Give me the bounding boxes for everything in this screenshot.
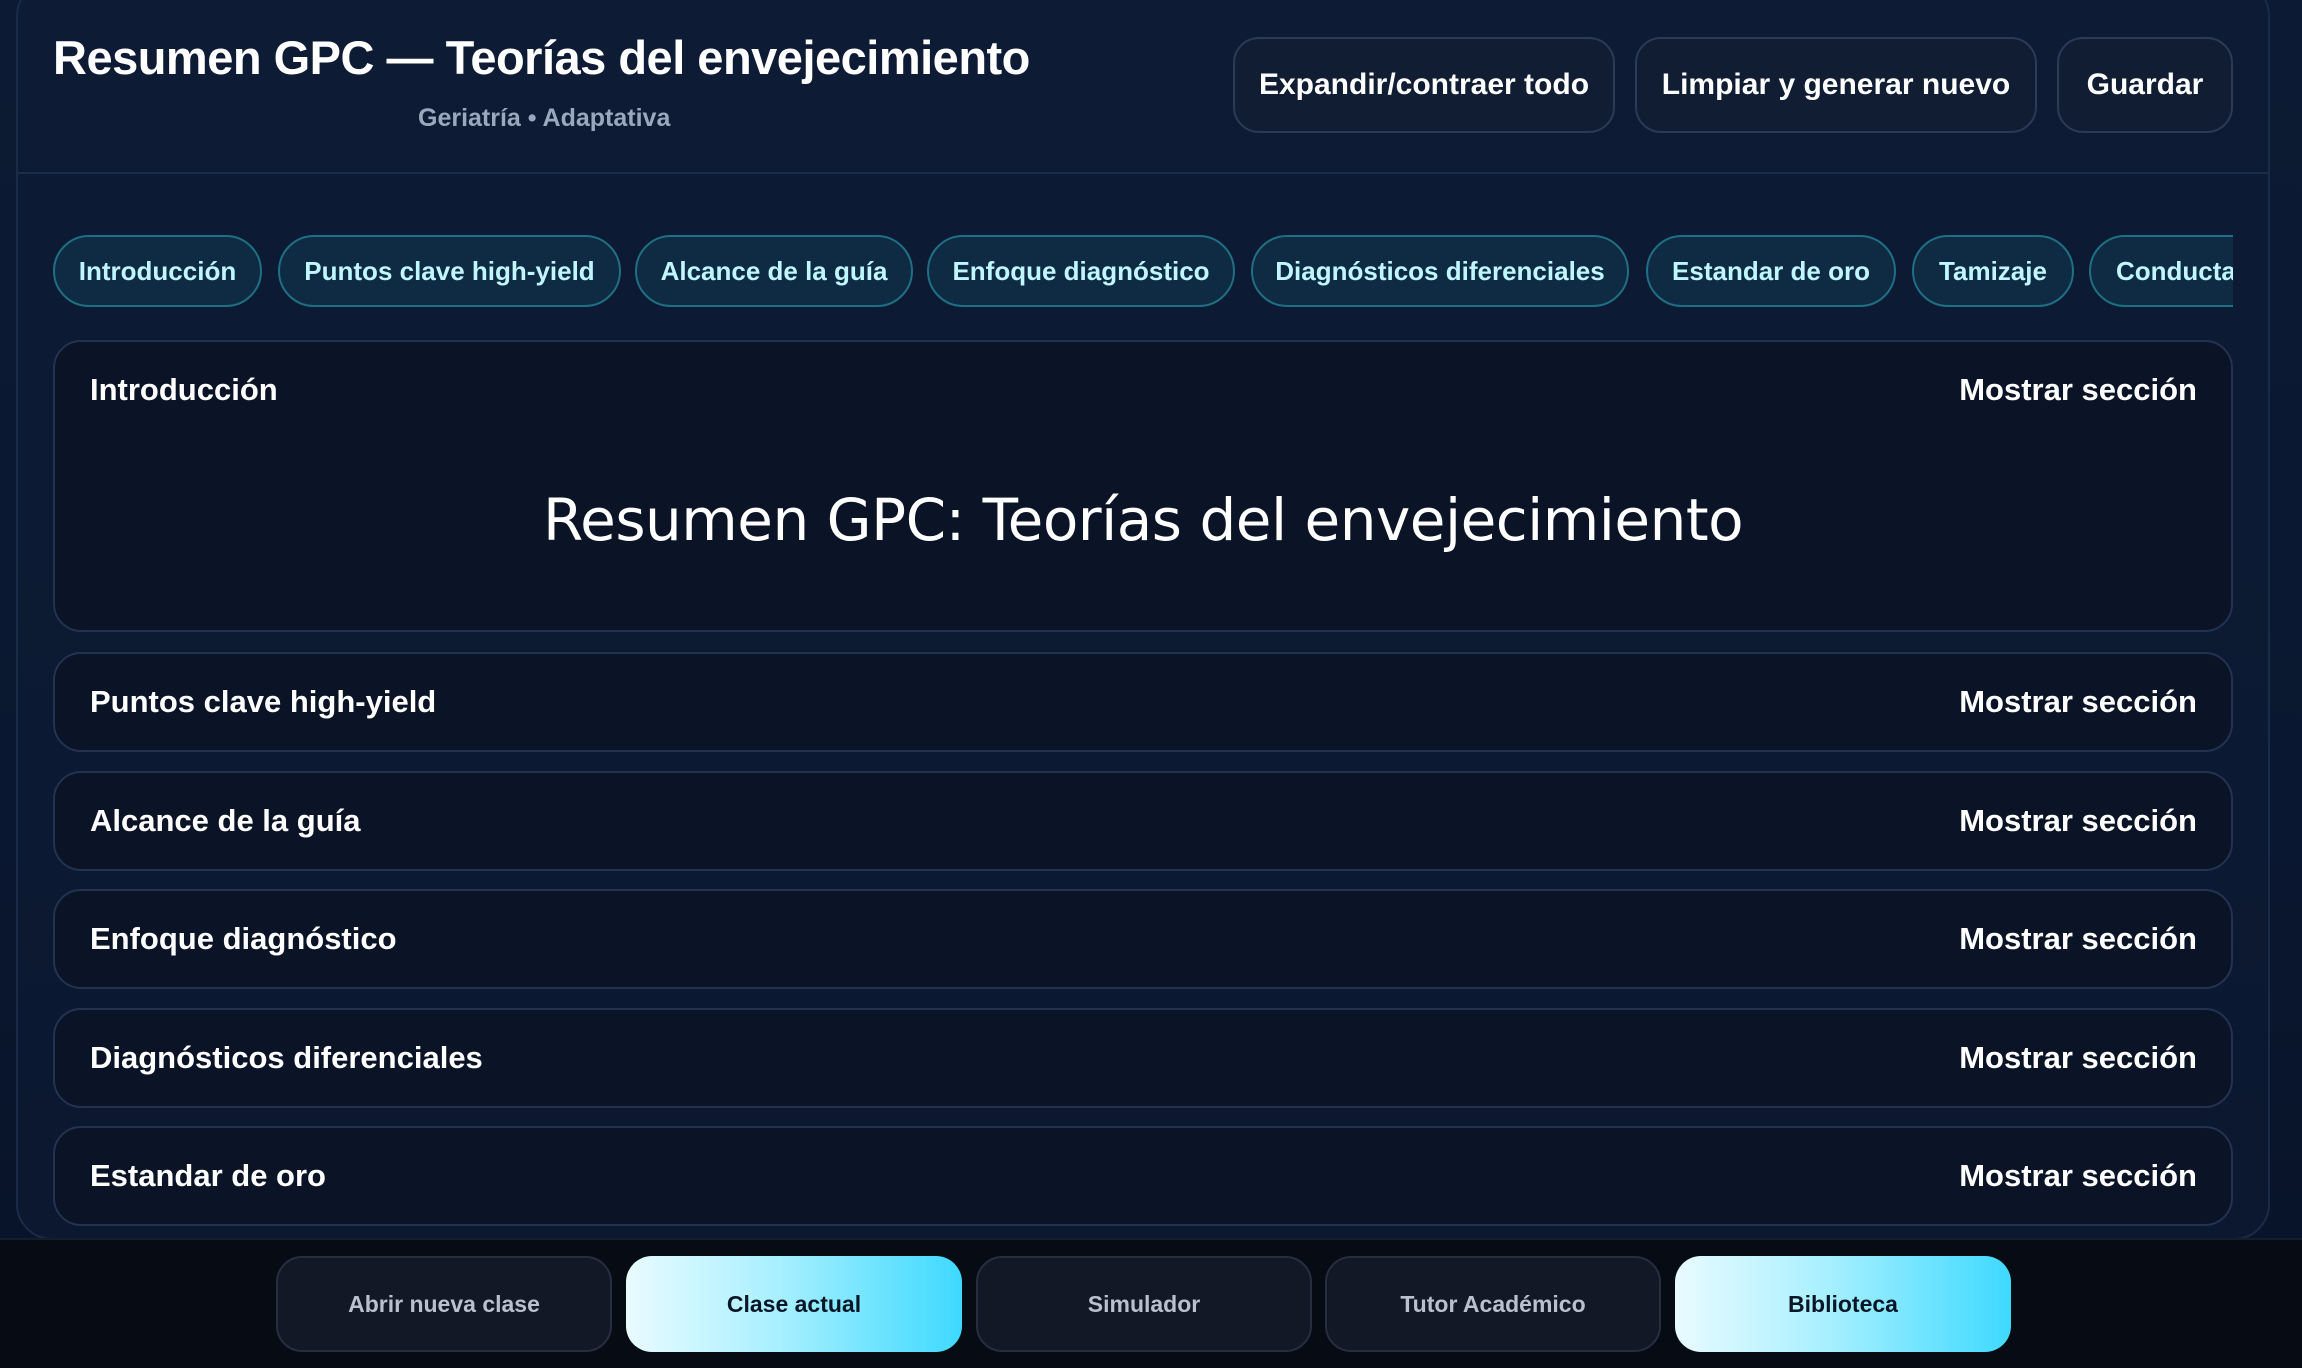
- tab-conducta[interactable]: Conducta: [2089, 235, 2233, 307]
- show-section-toggle[interactable]: Mostrar sección: [1959, 803, 2197, 839]
- section-title: Introducción: [90, 372, 278, 407]
- section-title: Diagnósticos diferenciales: [90, 1040, 483, 1075]
- save-button[interactable]: Guardar: [2057, 37, 2233, 133]
- section-introduccion: Introducción Mostrar sección Resumen GPC…: [53, 340, 2233, 632]
- page-header: Resumen GPC — Teorías del envejecimiento…: [16, 0, 2270, 174]
- show-section-toggle[interactable]: Mostrar sección: [1959, 372, 2197, 408]
- show-section-toggle[interactable]: Mostrar sección: [1959, 921, 2197, 957]
- tab-alcance[interactable]: Alcance de la guía: [635, 235, 913, 307]
- section-title: Enfoque diagnóstico: [90, 921, 397, 956]
- expand-collapse-all-button[interactable]: Expandir/contraer todo: [1233, 37, 1615, 133]
- tab-diagnosticos-diferenciales[interactable]: Diagnósticos diferenciales: [1251, 235, 1629, 307]
- show-section-toggle[interactable]: Mostrar sección: [1959, 684, 2197, 720]
- tab-puntos-clave[interactable]: Puntos clave high-yield: [278, 235, 621, 307]
- tab-estandar-de-oro[interactable]: Estandar de oro: [1646, 235, 1896, 307]
- section-title: Puntos clave high-yield: [90, 684, 437, 719]
- section-title: Estandar de oro: [90, 1158, 326, 1193]
- academic-tutor-button[interactable]: Tutor Académico: [1325, 1256, 1661, 1352]
- current-class-button[interactable]: Clase actual: [626, 1256, 962, 1352]
- page-title: Resumen GPC — Teorías del envejecimiento: [53, 31, 1030, 84]
- section-diagnosticos-diferenciales: Diagnósticos diferenciales Mostrar secci…: [53, 1008, 2233, 1108]
- section-enfoque-diagnostico: Enfoque diagnóstico Mostrar sección: [53, 889, 2233, 989]
- tab-introduccion[interactable]: Introducción: [53, 235, 262, 307]
- simulator-button[interactable]: Simulador: [976, 1256, 1312, 1352]
- open-new-class-button[interactable]: Abrir nueva clase: [276, 1256, 612, 1352]
- show-section-toggle[interactable]: Mostrar sección: [1959, 1158, 2197, 1194]
- section-estandar-de-oro: Estandar de oro Mostrar sección: [53, 1126, 2233, 1226]
- page-subtitle: Geriatría • Adaptativa: [418, 104, 671, 132]
- section-tabs: Introducción Puntos clave high-yield Alc…: [53, 235, 2233, 309]
- section-title: Alcance de la guía: [90, 803, 361, 838]
- section-alcance: Alcance de la guía Mostrar sección: [53, 771, 2233, 871]
- bottom-nav-bar: Abrir nueva clase Clase actual Simulador…: [0, 1238, 2302, 1368]
- tab-tamizaje[interactable]: Tamizaje: [1912, 235, 2074, 307]
- library-button[interactable]: Biblioteca: [1675, 1256, 2011, 1352]
- intro-heading: Resumen GPC: Teorías del envejecimiento: [542, 486, 1744, 554]
- app-root: Resumen GPC — Teorías del envejecimiento…: [0, 0, 2302, 1368]
- clear-and-generate-button[interactable]: Limpiar y generar nuevo: [1635, 37, 2037, 133]
- section-puntos-clave: Puntos clave high-yield Mostrar sección: [53, 652, 2233, 752]
- tab-enfoque-diagnostico[interactable]: Enfoque diagnóstico: [927, 235, 1235, 307]
- show-section-toggle[interactable]: Mostrar sección: [1959, 1040, 2197, 1076]
